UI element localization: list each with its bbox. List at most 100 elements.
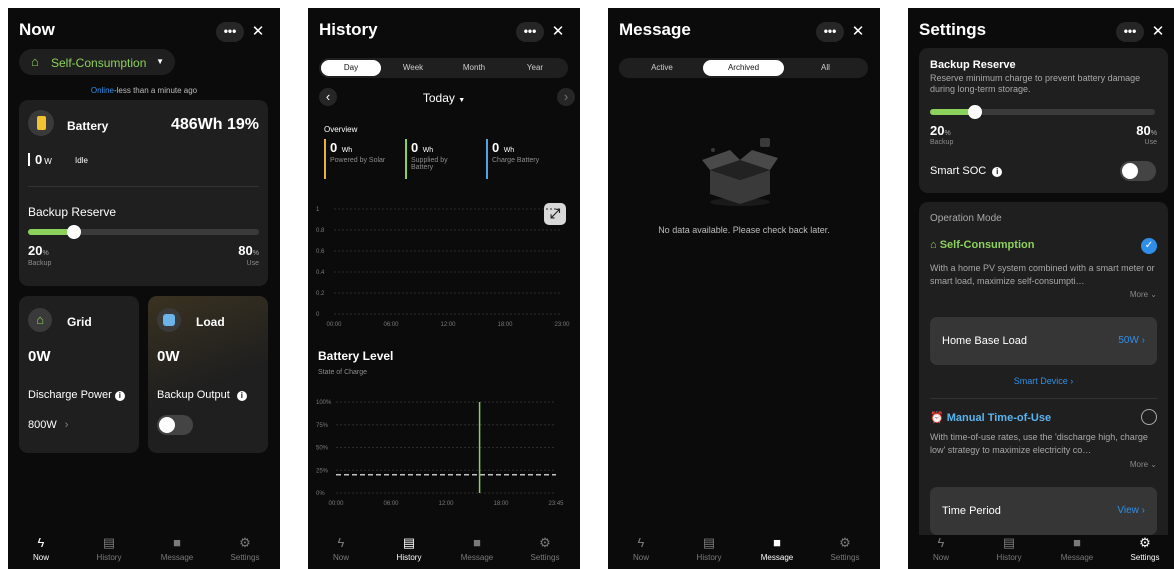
x-tick-label: 12:00 <box>440 322 456 328</box>
more-link[interactable]: More ⌄ <box>1130 290 1157 299</box>
unselected-radio-icon <box>1141 409 1157 425</box>
y-tick-label: 75% <box>316 423 329 429</box>
slider-knob[interactable] <box>968 105 982 119</box>
nav-history[interactable]: ▤ History <box>979 535 1039 562</box>
alarm-clock-icon: ⏰ <box>930 412 944 424</box>
page-title: Message <box>619 20 691 39</box>
self-consumption-desc: With a home PV system combined with a sm… <box>930 263 1155 286</box>
nav-settings[interactable]: ⚙ Settings <box>215 535 275 562</box>
nav-settings[interactable]: ⚙ Settings <box>815 535 875 562</box>
grid-card[interactable]: ⌂ Grid 0W Discharge Power i 800W › <box>19 296 139 453</box>
use-caption: Use <box>1144 139 1157 146</box>
tab-all[interactable]: All <box>785 60 866 76</box>
nav-history[interactable]: ▤ History <box>379 535 439 562</box>
info-icon[interactable]: i <box>236 391 247 401</box>
more-link[interactable]: More ⌄ <box>1130 460 1157 469</box>
bottom-nav: ϟ Now ▤ History ■ Message ⚙ Settings <box>908 535 1174 569</box>
caret-down-icon: ▼ <box>458 97 466 104</box>
empty-state-text: No data available. Please check back lat… <box>658 225 830 235</box>
nav-message[interactable]: ■ Message <box>747 535 807 562</box>
operation-mode-label: Operation Mode <box>930 213 1002 224</box>
tab-year[interactable]: Year <box>505 60 565 76</box>
lightning-icon: ϟ <box>637 535 645 550</box>
y-tick-label: 100% <box>316 400 332 406</box>
time-period-value: View <box>1117 505 1139 516</box>
date-selector[interactable]: Today ▼ <box>308 91 580 105</box>
nav-history[interactable]: ▤ History <box>679 535 739 562</box>
close-button[interactable]: ✕ <box>544 22 572 42</box>
time-period-label: Time Period <box>942 505 1001 517</box>
battery-card[interactable]: Battery 486Wh 19% 0W Idle Backup Reserve… <box>19 100 268 286</box>
self-consumption-option[interactable]: ⌂ Self-Consumption ✓ With a home PV syst… <box>919 232 1168 302</box>
home-icon: ⌂ <box>31 54 39 69</box>
tab-active[interactable]: Active <box>621 60 703 76</box>
gear-icon: ⚙ <box>539 535 551 550</box>
nav-message[interactable]: ■ Message <box>147 535 207 562</box>
tab-archived[interactable]: Archived <box>703 60 784 76</box>
chevron-down-icon: ⌄ <box>1150 460 1157 469</box>
history-icon: ▤ <box>102 535 116 550</box>
home-base-load-row[interactable]: Home Base Load 50W › <box>930 317 1157 365</box>
tab-day[interactable]: Day <box>321 60 381 76</box>
history-icon: ▤ <box>402 535 416 550</box>
caret-down-icon: ▼ <box>156 57 164 66</box>
more-button[interactable]: ••• <box>1116 22 1144 42</box>
home-base-load-label: Home Base Load <box>942 335 1027 347</box>
nav-now[interactable]: ϟ Now <box>911 535 971 562</box>
backup-reserve-slider[interactable] <box>930 105 1155 119</box>
bottom-nav: ϟ Now ▤ History ■ Message ⚙ Settings <box>608 535 880 569</box>
nav-now[interactable]: ϟ Now <box>311 535 371 562</box>
next-date-button[interactable]: › <box>557 88 575 106</box>
time-period-row[interactable]: Time Period View › <box>930 487 1157 535</box>
backup-value: 20% <box>28 243 49 258</box>
smart-device-link[interactable]: Smart Device › <box>919 376 1168 386</box>
backup-output-toggle[interactable] <box>157 415 193 435</box>
time-of-use-option[interactable]: ⏰ Manual Time-of-Use With time-of-use ra… <box>919 402 1168 477</box>
nav-settings[interactable]: ⚙ Settings <box>515 535 575 562</box>
message-icon: ■ <box>473 535 481 550</box>
page-title: Now <box>19 20 55 39</box>
chevron-down-icon: ⌄ <box>1150 290 1157 299</box>
mode-selector[interactable]: ⌂ Self-Consumption ▼ <box>19 49 175 75</box>
gear-icon: ⚙ <box>1139 535 1151 550</box>
divider <box>930 398 1157 399</box>
use-caption: Use <box>246 260 259 267</box>
nav-settings[interactable]: ⚙ Settings <box>1115 535 1174 562</box>
smart-soc-label: Smart SOC i <box>930 165 1003 177</box>
info-icon[interactable]: i <box>114 391 125 401</box>
gear-icon: ⚙ <box>839 535 851 550</box>
close-button[interactable]: ✕ <box>1144 22 1172 42</box>
tab-week[interactable]: Week <box>383 60 443 76</box>
y-tick-label: 0.2 <box>316 291 325 297</box>
message-icon: ■ <box>773 535 781 550</box>
slider-knob[interactable] <box>67 225 81 239</box>
load-card[interactable]: Load 0W Backup Output i <box>148 296 268 453</box>
close-button[interactable]: ✕ <box>844 22 872 42</box>
nav-now[interactable]: ϟ Now <box>611 535 671 562</box>
y-tick-label: 1 <box>316 207 320 213</box>
more-button[interactable]: ••• <box>816 22 844 42</box>
x-tick-label: 06:00 <box>383 322 399 328</box>
x-tick-label: 23:00 <box>554 322 570 328</box>
discharge-power-label: Discharge Power i <box>28 389 125 401</box>
time-of-use-desc: With time-of-use rates, use the 'dischar… <box>930 432 1148 455</box>
stat-solar: 0 Wh Powered by Solar <box>324 139 404 179</box>
tab-month[interactable]: Month <box>444 60 504 76</box>
nav-message[interactable]: ■ Message <box>447 535 507 562</box>
overview-label: Overview <box>324 125 358 134</box>
more-button[interactable]: ••• <box>516 22 544 42</box>
nav-message[interactable]: ■ Message <box>1047 535 1107 562</box>
backup-reserve-slider[interactable] <box>28 225 259 239</box>
more-button[interactable]: ••• <box>216 22 244 42</box>
nav-now[interactable]: ϟ Now <box>11 535 71 562</box>
info-icon[interactable]: i <box>992 167 1003 177</box>
nav-history[interactable]: ▤ History <box>79 535 139 562</box>
message-icon: ■ <box>173 535 181 550</box>
gear-icon: ⚙ <box>239 535 251 550</box>
smart-soc-toggle[interactable] <box>1120 161 1156 181</box>
lightning-icon: ϟ <box>37 535 45 550</box>
message-tabs: Active Archived All <box>619 58 868 78</box>
close-button[interactable]: ✕ <box>244 22 272 42</box>
history-screen: History ••• ✕ Day Week Month Year ‹ Toda… <box>308 8 580 569</box>
discharge-power-value[interactable]: 800W › <box>28 419 68 431</box>
